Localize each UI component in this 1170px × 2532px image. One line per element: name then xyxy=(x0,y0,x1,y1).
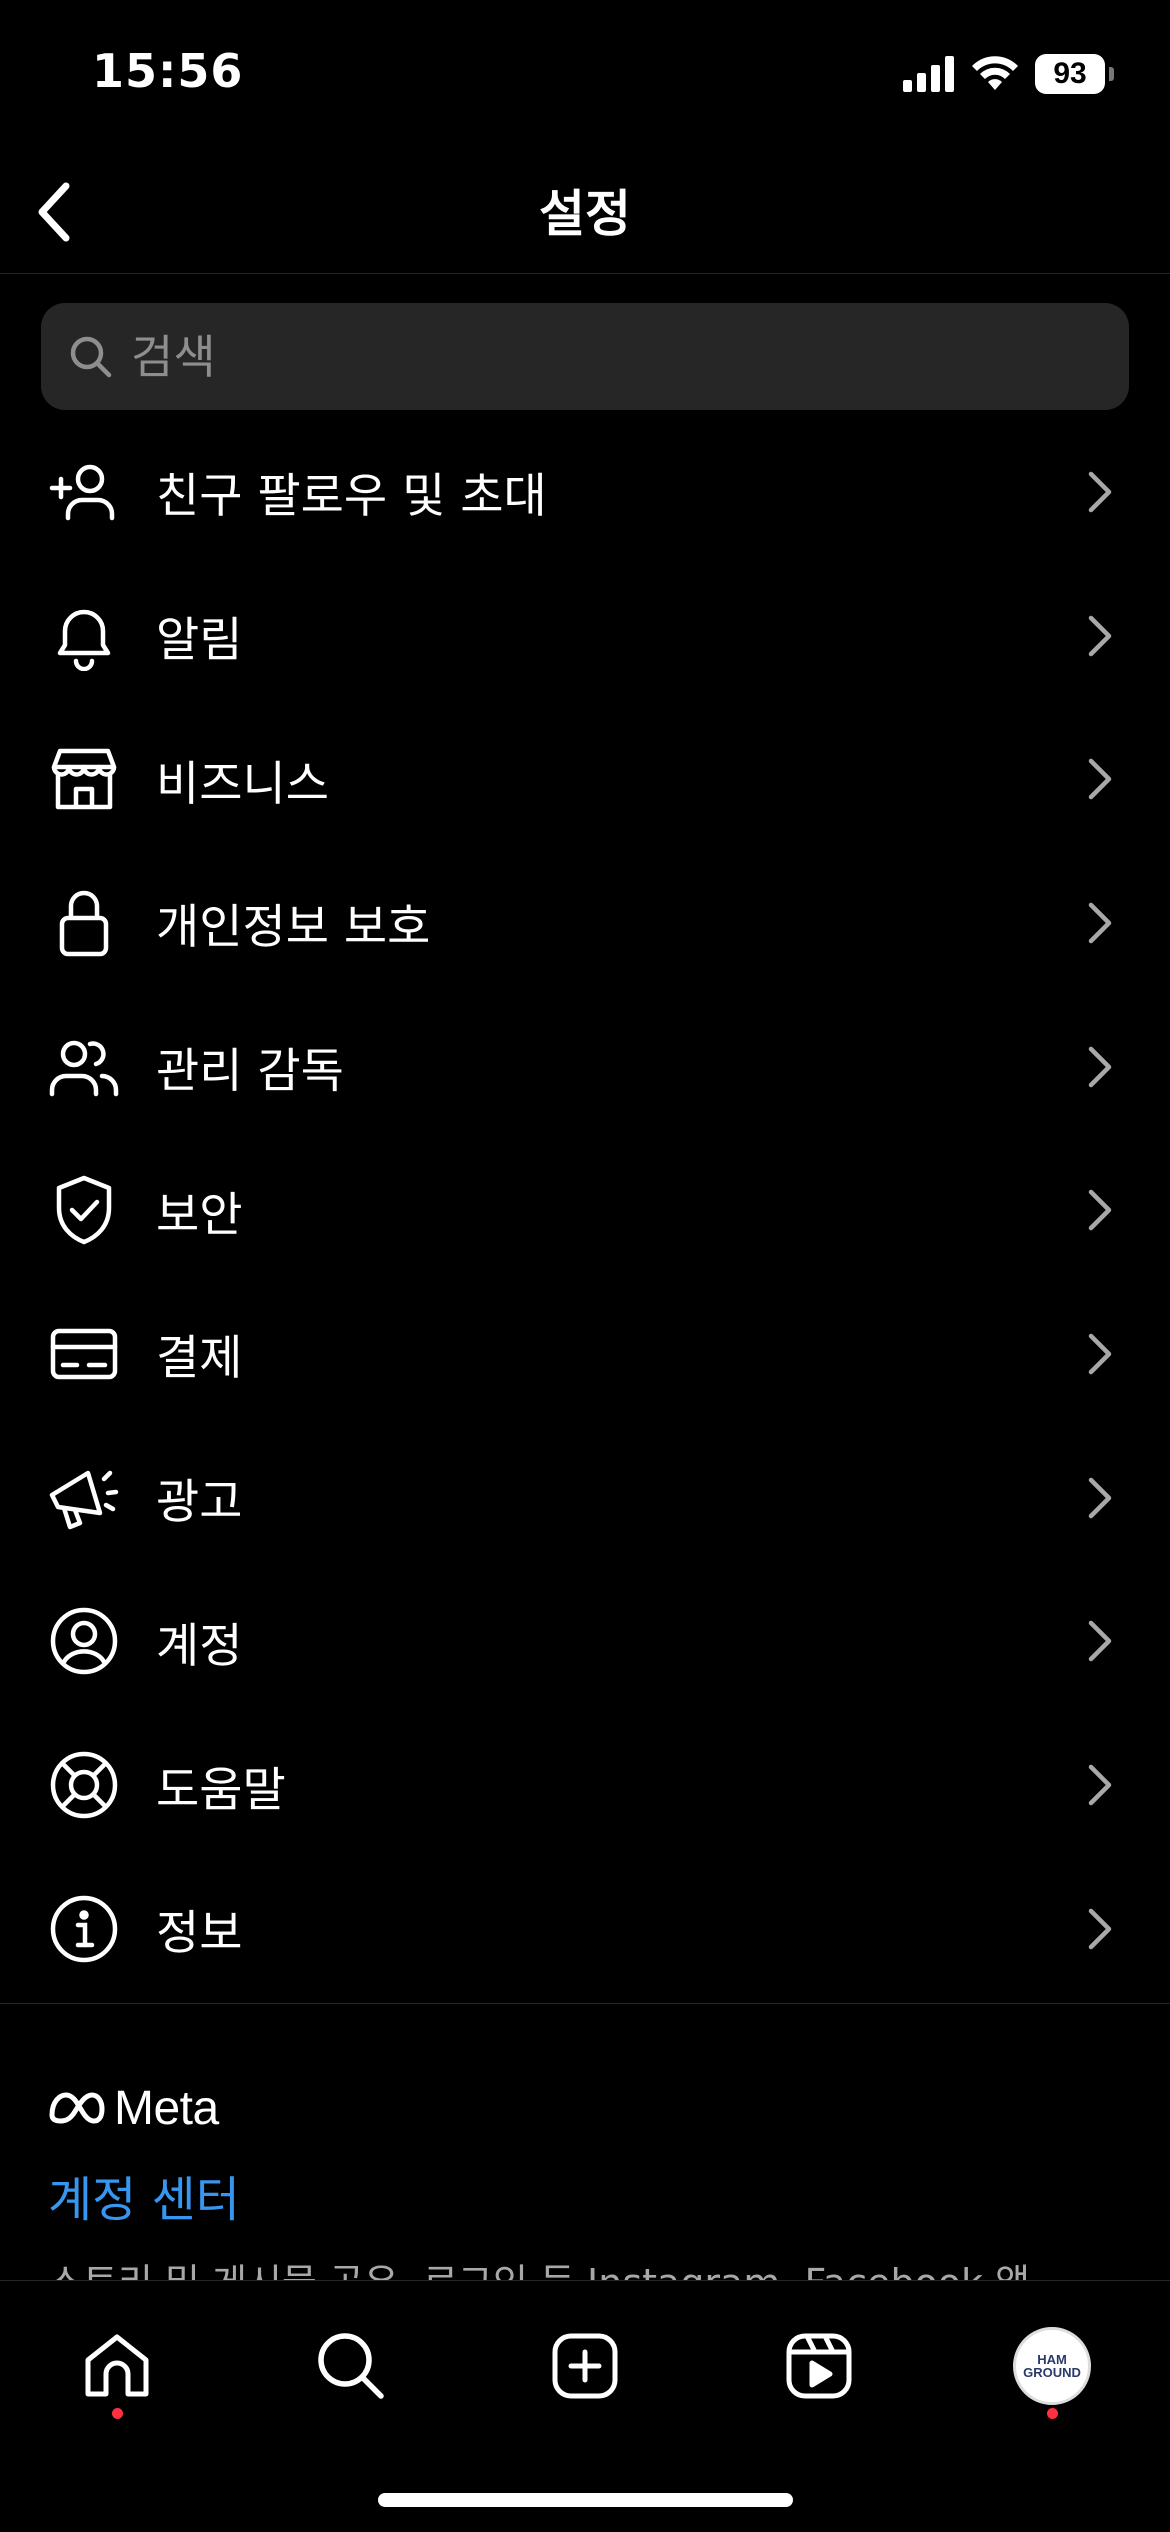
menu-item-label: 친구 팔로우 및 초대 xyxy=(156,469,547,525)
notification-dot xyxy=(112,2408,123,2419)
add-person-icon xyxy=(44,452,124,532)
menu-item-label: 관리 감독 xyxy=(156,1044,344,1100)
shield-check-icon xyxy=(44,1170,124,1250)
menu-item-security[interactable]: 보안 xyxy=(0,1138,1170,1282)
header: 설정 xyxy=(0,150,1170,274)
lock-icon xyxy=(44,883,124,963)
menu-item-label: 알림 xyxy=(156,613,243,669)
menu-item-label: 보안 xyxy=(156,1187,243,1243)
chevron-right-icon xyxy=(1080,1037,1120,1097)
wifi-icon xyxy=(972,56,1018,90)
accounts-center-link[interactable]: 계정 센터 xyxy=(48,2160,240,2230)
menu-item-follow-invite[interactable]: 친구 팔로우 및 초대 xyxy=(0,420,1170,564)
home-indicator[interactable] xyxy=(378,2493,793,2507)
chevron-right-icon xyxy=(1080,1180,1120,1240)
notification-dot xyxy=(1047,2408,1058,2419)
battery-indicator: 93 xyxy=(1035,54,1105,94)
battery-nub xyxy=(1109,67,1114,81)
menu-item-account[interactable]: 계정 xyxy=(0,1570,1170,1714)
shop-icon xyxy=(44,739,124,819)
search-bar[interactable] xyxy=(41,303,1129,410)
tab-search[interactable] xyxy=(291,2311,411,2421)
status-time: 15:56 xyxy=(92,44,244,98)
meta-logo: Meta xyxy=(48,2080,219,2136)
meta-brand-text: Meta xyxy=(114,2081,219,2135)
avatar-text-line2: GROUND xyxy=(1023,2365,1081,2380)
menu-item-label: 도움말 xyxy=(156,1762,286,1818)
lifebuoy-icon xyxy=(44,1745,124,1825)
status-indicators: 93 xyxy=(903,50,1114,98)
menu-item-label: 결제 xyxy=(156,1331,243,1387)
user-circle-icon xyxy=(44,1601,124,1681)
avatar: HAM GROUND xyxy=(1013,2327,1091,2405)
bell-icon xyxy=(44,596,124,676)
settings-menu: 친구 팔로우 및 초대 알림 비즈니스 개인정보 보호 관리 감독 보안 결제 … xyxy=(0,420,1170,2001)
tab-create[interactable] xyxy=(525,2311,645,2421)
menu-item-payments[interactable]: 결제 xyxy=(0,1282,1170,1426)
menu-item-notifications[interactable]: 알림 xyxy=(0,564,1170,708)
menu-item-privacy[interactable]: 개인정보 보호 xyxy=(0,851,1170,995)
tab-home[interactable] xyxy=(57,2311,177,2421)
search-input[interactable] xyxy=(131,329,1031,384)
menu-item-label: 계정 xyxy=(156,1618,243,1674)
section-divider xyxy=(0,2003,1170,2004)
chevron-right-icon xyxy=(1080,1324,1120,1384)
chevron-right-icon xyxy=(1080,462,1120,522)
tab-profile[interactable]: HAM GROUND xyxy=(992,2311,1112,2421)
battery-level: 93 xyxy=(1053,57,1087,90)
plus-square-icon xyxy=(552,2333,618,2399)
tab-reels[interactable] xyxy=(759,2311,879,2421)
chevron-right-icon xyxy=(1080,1899,1120,1959)
people-icon xyxy=(44,1027,124,1107)
menu-item-label: 개인정보 보호 xyxy=(156,900,431,956)
chevron-right-icon xyxy=(1080,893,1120,953)
credit-card-icon xyxy=(44,1314,124,1394)
search-icon xyxy=(70,336,112,377)
menu-item-label: 비즈니스 xyxy=(156,756,329,812)
chevron-right-icon xyxy=(1080,1755,1120,1815)
info-icon xyxy=(44,1889,124,1969)
menu-item-help[interactable]: 도움말 xyxy=(0,1713,1170,1857)
home-icon xyxy=(85,2334,149,2397)
chevron-right-icon xyxy=(1080,606,1120,666)
chevron-right-icon xyxy=(1080,749,1120,809)
reels-icon xyxy=(786,2333,852,2399)
signal-icon xyxy=(903,56,954,92)
menu-item-ads[interactable]: 광고 xyxy=(0,1426,1170,1570)
meta-infinity-icon xyxy=(49,2092,105,2124)
megaphone-icon xyxy=(44,1458,124,1538)
menu-item-label: 광고 xyxy=(156,1475,243,1531)
menu-item-label: 정보 xyxy=(156,1906,243,1962)
page-title: 설정 xyxy=(539,185,631,243)
status-bar: 15:56 93 xyxy=(0,0,1170,150)
chevron-right-icon xyxy=(1080,1468,1120,1528)
menu-item-supervision[interactable]: 관리 감독 xyxy=(0,995,1170,1139)
meta-description: 스토리 및 게시물 공유, 로그인 등 Instagram, Facebook … xyxy=(48,2255,1128,2281)
menu-item-about[interactable]: 정보 xyxy=(0,1857,1170,2001)
menu-item-business[interactable]: 비즈니스 xyxy=(0,707,1170,851)
search-icon xyxy=(318,2333,384,2399)
chevron-right-icon xyxy=(1080,1611,1120,1671)
